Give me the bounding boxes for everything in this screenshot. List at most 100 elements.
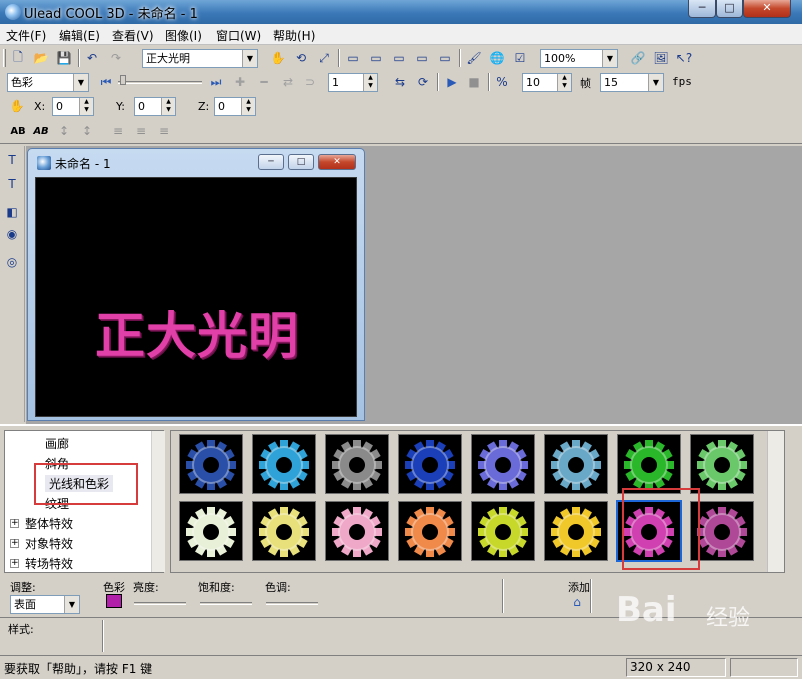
location-icon[interactable]: ✋ bbox=[7, 96, 27, 116]
add-preset-icon[interactable]: ⌂ bbox=[568, 593, 586, 611]
align-left-icon[interactable]: ≡ bbox=[108, 121, 128, 141]
reverse-icon[interactable]: ⇄ bbox=[278, 72, 298, 92]
doc-minimize-button[interactable]: ─ bbox=[258, 154, 284, 170]
insert-shape-icon[interactable]: ◧ bbox=[2, 202, 22, 222]
tree-item-object-fx[interactable]: 对象特效 bbox=[25, 535, 73, 552]
chevron-down-icon[interactable]: ▼ bbox=[602, 50, 617, 67]
preset-thumbnail[interactable] bbox=[690, 434, 754, 494]
brightness-slider[interactable] bbox=[134, 602, 186, 605]
y-field[interactable]: 0 ▲ ▼ bbox=[134, 97, 176, 116]
z-field[interactable]: 0 ▲ ▼ bbox=[214, 97, 256, 116]
menu-window[interactable]: 窗口(W) bbox=[216, 27, 261, 44]
preview-canvas[interactable]: 正大光明 bbox=[35, 177, 357, 417]
menu-help[interactable]: 帮助(H) bbox=[273, 27, 315, 44]
save-icon[interactable]: 💾 bbox=[54, 48, 74, 68]
timeline-slider[interactable] bbox=[118, 81, 202, 84]
preset-thumbnail[interactable] bbox=[617, 434, 681, 494]
camera-left-icon[interactable]: ▭ bbox=[389, 48, 409, 68]
smoothness-icon[interactable]: % bbox=[492, 72, 512, 92]
chevron-down-icon[interactable]: ▼ bbox=[64, 596, 79, 613]
first-frame-icon[interactable]: ⏮ bbox=[96, 72, 116, 92]
camera-front-icon[interactable]: ▭ bbox=[343, 48, 363, 68]
expand-icon[interactable]: + bbox=[10, 559, 19, 568]
total-frames-field[interactable]: 10 ▲ ▼ bbox=[522, 73, 572, 92]
adjust-select[interactable]: 表面 ▼ bbox=[10, 595, 80, 614]
text-object-select[interactable]: 正大光明 ▼ bbox=[142, 49, 258, 68]
minimize-button[interactable]: ─ bbox=[688, 0, 716, 18]
document-window[interactable]: 未命名 - 1 ─ □ ✕ 正大光明 bbox=[27, 148, 365, 421]
spin-arrows-icon[interactable]: ▲ ▼ bbox=[241, 98, 255, 115]
preset-thumbnail[interactable] bbox=[252, 434, 316, 494]
align-center-icon[interactable]: ≡ bbox=[131, 121, 151, 141]
preset-thumbnail[interactable] bbox=[544, 434, 608, 494]
insert-text-icon[interactable]: T bbox=[2, 150, 22, 170]
zoom-select[interactable]: 100% ▼ bbox=[540, 49, 618, 68]
saturation-slider[interactable] bbox=[200, 602, 252, 605]
close-button[interactable]: ✕ bbox=[743, 0, 791, 18]
3d-text-object[interactable]: 正大光明 bbox=[36, 296, 358, 368]
tree-item-global-fx[interactable]: 整体特效 bbox=[25, 515, 73, 532]
preset-thumbnail[interactable] bbox=[398, 434, 462, 494]
attribute-select[interactable]: 色彩 ▼ bbox=[7, 73, 89, 92]
expand-icon[interactable]: + bbox=[10, 519, 19, 528]
menu-file[interactable]: 文件(F) bbox=[6, 27, 46, 44]
preset-thumbnail[interactable] bbox=[179, 501, 243, 561]
x-field[interactable]: 0 ▲ ▼ bbox=[52, 97, 94, 116]
spin-arrows-icon[interactable]: ▲ ▼ bbox=[161, 98, 175, 115]
paint-icon[interactable]: 🖌 bbox=[464, 48, 484, 68]
chevron-down-icon[interactable]: ▼ bbox=[648, 74, 663, 91]
camera-back-icon[interactable]: ▭ bbox=[366, 48, 386, 68]
char-spacing-icon[interactable]: ↕ bbox=[54, 121, 74, 141]
open-folder-icon[interactable]: 📂 bbox=[31, 48, 51, 68]
menu-edit[interactable]: 编辑(E) bbox=[59, 27, 100, 44]
chevron-down-icon[interactable]: ▼ bbox=[242, 50, 257, 67]
preset-thumbnail[interactable] bbox=[398, 501, 462, 561]
tree-item-transition-fx[interactable]: 转场特效 bbox=[25, 555, 73, 572]
line-spacing-icon[interactable]: ↕ bbox=[77, 121, 97, 141]
redo-icon[interactable]: ↷ bbox=[106, 48, 126, 68]
spin-arrows-icon[interactable]: ▲ ▼ bbox=[363, 74, 377, 91]
doc-maximize-button[interactable]: □ bbox=[288, 154, 314, 170]
camera-right-icon[interactable]: ▭ bbox=[412, 48, 432, 68]
stop-icon[interactable]: ■ bbox=[464, 72, 484, 92]
align-right-icon[interactable]: ≡ bbox=[154, 121, 174, 141]
context-help-icon[interactable]: ↖? bbox=[674, 48, 694, 68]
menu-image[interactable]: 图像(I) bbox=[165, 27, 202, 44]
edit-text-icon[interactable]: T bbox=[2, 174, 22, 194]
chevron-down-icon[interactable]: ▼ bbox=[73, 74, 88, 91]
expand-icon[interactable]: + bbox=[10, 539, 19, 548]
image-export-icon[interactable]: 🖼 bbox=[651, 48, 671, 68]
fps-select[interactable]: 15 ▼ bbox=[600, 73, 664, 92]
menu-view[interactable]: 查看(V) bbox=[112, 27, 154, 44]
remove-keyframe-icon[interactable]: ━ bbox=[254, 72, 274, 92]
chart-icon[interactable]: ☑ bbox=[510, 48, 530, 68]
select-object-icon[interactable]: ◉ bbox=[2, 224, 22, 244]
preset-thumbnail[interactable] bbox=[325, 501, 389, 561]
preset-thumbnail[interactable] bbox=[544, 501, 608, 561]
last-frame-icon[interactable]: ⏭ bbox=[206, 72, 226, 92]
resize-icon[interactable]: ⤢ bbox=[314, 48, 334, 68]
gallery-vertical-scrollbar[interactable] bbox=[767, 431, 784, 572]
play-icon[interactable]: ▶ bbox=[442, 72, 462, 92]
color-swatch[interactable] bbox=[106, 594, 122, 608]
loop-icon[interactable]: ⊃ bbox=[300, 72, 320, 92]
camera-top-icon[interactable]: ▭ bbox=[435, 48, 455, 68]
add-keyframe-icon[interactable]: ✚ bbox=[230, 72, 250, 92]
web-export-icon[interactable]: 🔗 bbox=[628, 48, 648, 68]
preset-thumbnail[interactable] bbox=[471, 434, 535, 494]
tree-vertical-scrollbar[interactable] bbox=[151, 431, 165, 572]
toolbar-grip[interactable] bbox=[3, 49, 6, 67]
spin-arrows-icon[interactable]: ▲ ▼ bbox=[557, 74, 571, 91]
swap-icon[interactable]: ⇆ bbox=[390, 72, 410, 92]
rotate-icon[interactable]: ⟲ bbox=[291, 48, 311, 68]
repeat-icon[interactable]: ⟳ bbox=[413, 72, 433, 92]
tree-item-gallery[interactable]: 画廊 bbox=[45, 435, 69, 452]
italic-text-icon[interactable]: AB bbox=[31, 121, 51, 141]
bold-text-icon[interactable]: AB bbox=[8, 121, 28, 141]
preset-thumbnail[interactable] bbox=[252, 501, 316, 561]
preset-thumbnail[interactable] bbox=[179, 434, 243, 494]
hue-slider[interactable] bbox=[266, 602, 318, 605]
new-file-icon[interactable]: 🗋 bbox=[8, 48, 28, 68]
maximize-button[interactable]: □ bbox=[716, 0, 743, 18]
insert-geometric-icon[interactable]: ◎ bbox=[2, 252, 22, 272]
